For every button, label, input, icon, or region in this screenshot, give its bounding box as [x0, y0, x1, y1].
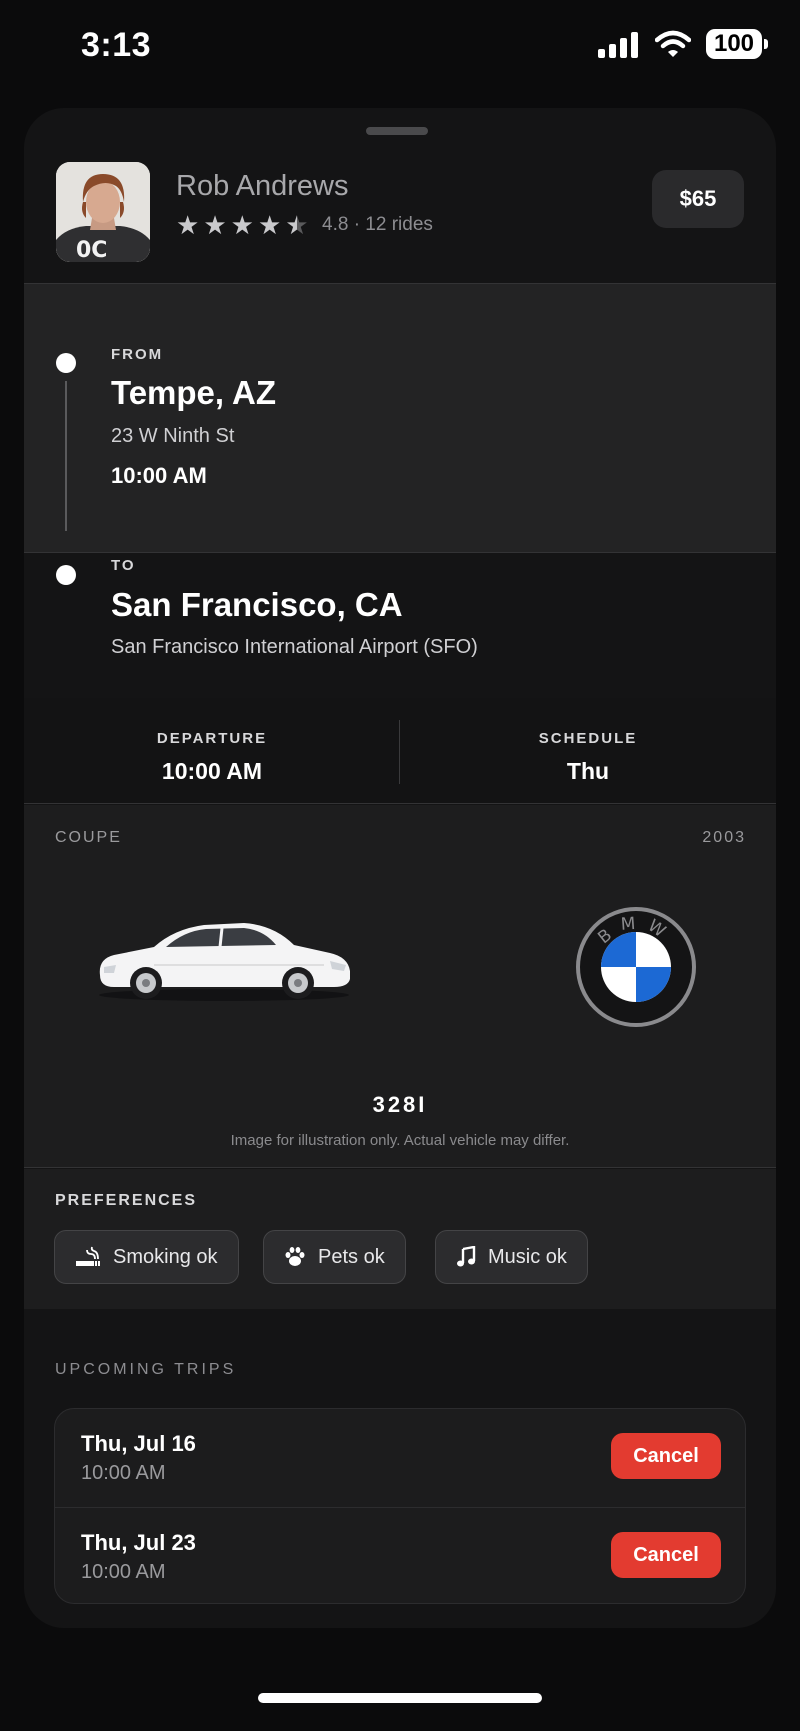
driver-rating-stars: ★ ★ ★ ★ ★ — [176, 212, 309, 238]
schedule-section: DEPARTURE 10:00 AM SCHEDULE Thu — [24, 698, 776, 804]
trip-time: 10:00 AM — [81, 1462, 166, 1484]
destination-city: San Francisco, CA — [111, 586, 403, 623]
bmw-logo-icon: BMW — [576, 907, 696, 1027]
to-label: TO — [111, 557, 136, 574]
half-star-icon: ★ — [285, 210, 309, 240]
trip-date: Thu, Jul 23 — [81, 1530, 196, 1555]
departure-column: DEPARTURE 10:00 AM — [24, 698, 400, 804]
upcoming-trips-title: UPCOMING TRIPS — [55, 1361, 237, 1378]
battery-indicator: 100 — [706, 29, 762, 59]
destination-dot-icon — [56, 565, 76, 585]
origin-dot-icon — [56, 353, 76, 373]
vehicle-year: 2003 — [702, 829, 746, 846]
paw-icon — [285, 1247, 305, 1266]
trip-row: Thu, Jul 23 10:00 AM Cancel — [55, 1507, 745, 1603]
trip-time: 10:00 AM — [81, 1561, 166, 1583]
preference-pets-chip: Pets ok — [263, 1230, 406, 1284]
status-bar: 3:13 100 — [0, 0, 800, 100]
battery-nub — [764, 39, 768, 49]
destination-address: San Francisco International Airport (SFO… — [111, 636, 478, 658]
car-image — [99, 923, 351, 1001]
vehicle-section: COUPE 2003 BMW 328I Image for illustrati… — [24, 805, 776, 1168]
preference-pets-label: Pets ok — [318, 1245, 385, 1268]
vehicle-type: COUPE — [55, 829, 122, 846]
driver-photo: 0C — [56, 162, 150, 262]
star-icon: ★ — [203, 210, 227, 240]
music-note-icon — [457, 1246, 476, 1267]
upcoming-trips-list: Thu, Jul 16 10:00 AM Cancel Thu, Jul 23 … — [54, 1408, 746, 1604]
schedule-value: Thu — [566, 758, 610, 784]
schedule-label: SCHEDULE — [538, 730, 638, 747]
origin-city: Tempe, AZ — [111, 374, 277, 411]
preferences-title: PREFERENCES — [55, 1192, 198, 1209]
driver-rating-text: 4.8 · 12 rides — [322, 214, 433, 235]
sheet-grabber[interactable] — [366, 127, 428, 135]
origin-address: 23 W Ninth St — [111, 425, 235, 447]
status-time: 3:13 — [81, 26, 152, 64]
trip-row: Thu, Jul 16 10:00 AM Cancel — [55, 1409, 745, 1507]
from-label: FROM — [111, 346, 164, 363]
smoking-icon — [76, 1246, 100, 1266]
cancel-trip-button[interactable]: Cancel — [611, 1532, 721, 1578]
preference-smoking-label: Smoking ok — [113, 1245, 218, 1268]
vehicle-model: 328I — [372, 1092, 428, 1117]
svg-text:0C: 0C — [76, 238, 107, 262]
star-icon: ★ — [257, 210, 282, 240]
trip-price: $65 — [652, 170, 744, 228]
origin-time: 10:00 AM — [111, 463, 207, 488]
star-icon: ★ — [230, 210, 254, 240]
route-connector — [65, 381, 67, 531]
driver-name: Rob Andrews — [176, 170, 349, 202]
preference-music-label: Music ok — [488, 1245, 567, 1268]
cellular-signal-icon — [598, 32, 638, 58]
driver-avatar[interactable]: 0C — [56, 162, 150, 262]
preferences-section: PREFERENCES Smoking ok Pets ok Music ok — [24, 1169, 776, 1309]
departure-value: 10:00 AM — [161, 758, 263, 784]
vehicle-disclaimer: Image for illustration only. Actual vehi… — [230, 1132, 570, 1149]
star-icon: ★ — [176, 210, 200, 240]
trip-date: Thu, Jul 16 — [81, 1431, 196, 1456]
home-indicator[interactable] — [258, 1693, 542, 1703]
preference-music-chip: Music ok — [435, 1230, 588, 1284]
trip-detail-sheet: 0C Rob Andrews ★ ★ ★ ★ ★ 4.8 · 12 rides … — [24, 108, 776, 1628]
preference-smoking-chip: Smoking ok — [54, 1230, 239, 1284]
cancel-trip-button[interactable]: Cancel — [611, 1433, 721, 1479]
wifi-icon — [655, 30, 691, 57]
route-section: FROM Tempe, AZ 23 W Ninth St 10:00 AM TO… — [24, 283, 776, 658]
schedule-column: SCHEDULE Thu — [400, 698, 776, 804]
departure-label: DEPARTURE — [156, 730, 268, 747]
